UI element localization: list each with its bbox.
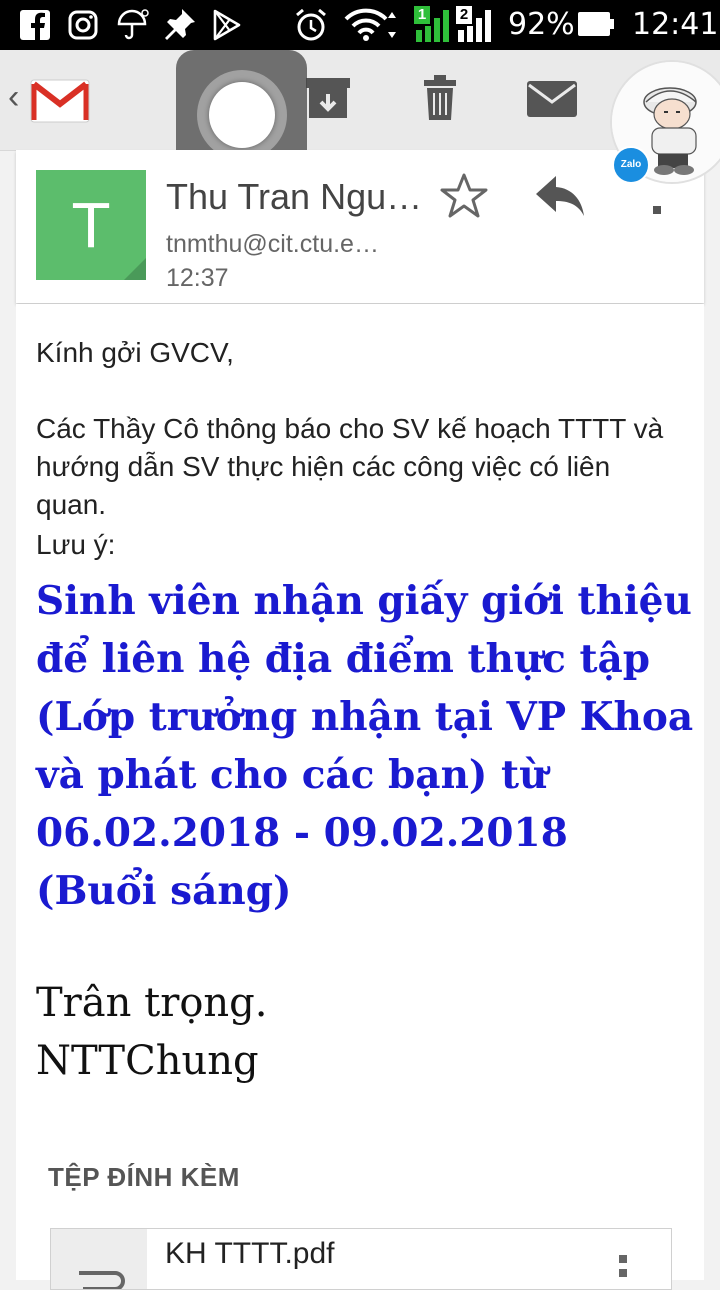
more-options-icon[interactable] [650,182,664,216]
sender-name: Thu Tran Ngu… [166,176,423,217]
star-icon[interactable] [440,172,488,218]
reply-icon[interactable] [534,174,586,218]
chevron-left-icon: ‹ [8,78,20,116]
signature: Trân trọng. NTTChung [36,974,267,1090]
status-bar: 1 2 92% 12:41 [0,0,720,50]
sender-email: tnmthu@cit.ctu.e… [166,230,379,258]
play-store-icon [213,9,241,41]
battery-icon [578,12,614,36]
sim1-signal-icon: 1 [414,6,454,42]
attachments-title: TỆP ĐÍNH KÈM [48,1162,240,1192]
attachment-thumbnail [51,1229,147,1289]
message-header: T Thu Tran Ngu… tnmthu@cit.ctu.e… 12:37 [16,150,704,303]
sender-avatar[interactable]: T [36,170,146,280]
sim2-signal-icon: 2 [456,6,496,42]
delete-icon[interactable] [422,74,458,122]
note-label: Lưu ý: [36,529,116,560]
paperclip-icon [79,1271,125,1289]
battery-percent: 92% [508,7,575,42]
attachment-item[interactable]: KH TTTT.pdf [50,1228,672,1290]
assistive-core [209,82,275,148]
message-time: 12:37 [166,264,229,292]
clock: 12:41 [632,7,719,42]
signature-line-1: Trân trọng. [36,980,268,1026]
signature-line-2: NTTChung [36,1038,259,1084]
back-button[interactable]: ‹ [4,68,100,132]
attachment-name: KH TTTT.pdf [165,1237,335,1270]
pin-icon [165,9,195,40]
avatar-corner [124,258,146,280]
zalo-badge-icon: Zalo [612,146,650,184]
attachment-more-icon[interactable] [619,1255,629,1285]
facebook-icon [20,10,50,40]
sim2-label: 2 [456,6,472,24]
sim1-label: 1 [414,6,430,24]
archive-icon[interactable] [304,76,352,120]
alarm-icon [296,8,326,41]
mail-icon[interactable] [526,80,578,118]
avatar-letter: T [71,189,111,261]
wifi-icon [344,8,396,41]
paragraph-text: Các Thầy Cô thông báo cho SV kế hoạch TT… [36,413,664,520]
message-body: Kính gởi GVCV, Các Thầy Cô thông báo cho… [16,304,704,1290]
highlight-text: Sinh viên nhận giấy giới thiệu để liên h… [36,578,694,914]
greeting-text: Kính gởi GVCV, [36,337,234,368]
instagram-icon [68,10,98,40]
weather-icon [117,9,149,40]
gmail-logo-icon [30,79,90,123]
